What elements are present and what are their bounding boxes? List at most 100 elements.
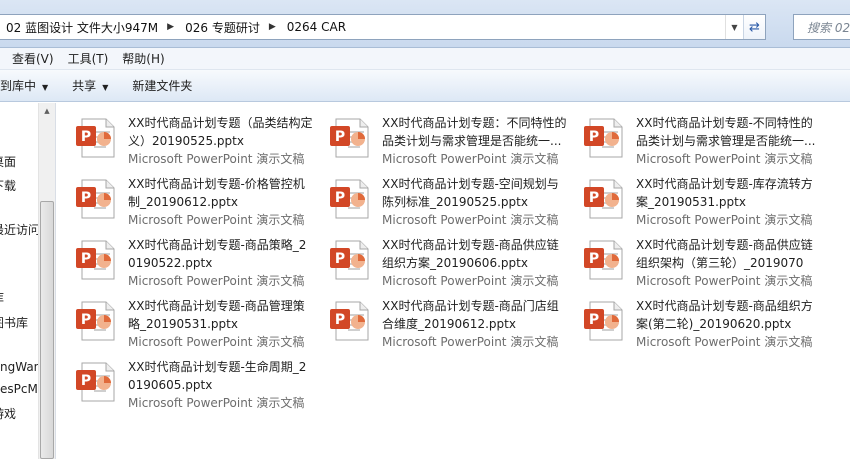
address-bar[interactable]: 02 蓝图设计 文件大小947M ▶ 026 专题研讨 ▶ 0264 CAR ▼… — [0, 14, 766, 40]
nav-item[interactable]: 库 — [0, 289, 4, 306]
svg-text:P: P — [81, 251, 91, 267]
share-button[interactable]: 共享 ▼ — [60, 70, 120, 102]
file-name: XX时代商品计划专题-商品策略_20190522.pptx — [128, 238, 307, 270]
svg-text:P: P — [589, 129, 599, 145]
menu-view[interactable]: 查看(V) — [5, 48, 61, 70]
file-type: Microsoft PowerPoint 演示文稿 — [636, 213, 813, 227]
file-name: XX时代商品计划专题-商品门店组合维度_20190612.pptx — [382, 299, 559, 331]
file-item[interactable]: P XX时代商品计划专题：不同特性的品类计划与需求管理是否能统一... Micros… — [310, 108, 566, 166]
file-name: XX时代商品计划专题：不同特性的品类计划与需求管理是否能统一... — [382, 116, 567, 148]
file-item[interactable]: P XX时代商品计划专题-不同特性的品类计划与需求管理是否能统一... Micros… — [564, 108, 816, 166]
scrollbar-thumb[interactable] — [40, 201, 54, 459]
powerpoint-file-icon: P — [74, 117, 118, 159]
breadcrumb-arrow-icon[interactable]: ▶ — [162, 22, 179, 32]
file-type: Microsoft PowerPoint 演示文稿 — [128, 335, 305, 349]
nav-item[interactable]: 桌面 — [0, 153, 16, 170]
file-name: XX时代商品计划专题（品类结构定义）20190525.pptx — [128, 116, 313, 148]
svg-text:P: P — [335, 190, 345, 206]
file-name: XX时代商品计划专题-商品供应链组织架构（第三轮）_20190708.... — [636, 238, 813, 270]
file-name: XX时代商品计划专题-商品管理策略_20190531.pptx — [128, 299, 305, 331]
share-label: 共享 — [72, 78, 97, 93]
file-list: P XX时代商品计划专题（品类结构定义）20190525.pptx Microsof… — [56, 103, 850, 459]
file-type: Microsoft PowerPoint 演示文稿 — [636, 274, 813, 288]
file-type: Microsoft PowerPoint 演示文稿 — [382, 213, 559, 227]
powerpoint-file-icon: P — [328, 117, 372, 159]
file-type: Microsoft PowerPoint 演示文稿 — [128, 274, 305, 288]
chevron-down-icon: ▼ — [42, 82, 49, 92]
file-type: Microsoft PowerPoint 演示文稿 — [128, 396, 305, 410]
file-type: Microsoft PowerPoint 演示文稿 — [636, 335, 813, 349]
file-name: XX时代商品计划专题-空间规划与陈列标准_20190525.pptx — [382, 177, 559, 209]
file-name: XX时代商品计划专题-库存流转方案_20190531.pptx — [636, 177, 813, 209]
file-item[interactable]: P XX时代商品计划专题-商品供应链组织方案_20190606.pptx Micro… — [310, 230, 562, 288]
file-name: XX时代商品计划专题-生命周期_20190605.pptx — [128, 360, 307, 392]
nav-item[interactable]: 图书库 — [0, 314, 28, 331]
powerpoint-file-icon: P — [582, 239, 626, 281]
include-in-library-label: 含到库中 — [0, 78, 37, 93]
new-folder-button[interactable]: 新建文件夹 — [120, 70, 204, 102]
svg-text:P: P — [81, 312, 91, 328]
file-item[interactable]: P XX时代商品计划专题-商品门店组合维度_20190612.pptx Micros… — [310, 291, 562, 349]
powerpoint-file-icon: P — [582, 178, 626, 220]
file-item[interactable]: P XX时代商品计划专题-库存流转方案_20190531.pptx Microsof… — [564, 169, 816, 227]
file-type: Microsoft PowerPoint 演示文稿 — [382, 152, 559, 166]
powerpoint-file-icon: P — [74, 178, 118, 220]
svg-text:P: P — [335, 312, 345, 328]
address-dropdown-icon[interactable]: ▼ — [725, 15, 743, 39]
breadcrumb-item[interactable]: 0264 CAR — [281, 20, 350, 34]
svg-text:P: P — [589, 251, 599, 267]
svg-text:P: P — [589, 312, 599, 328]
file-type: Microsoft PowerPoint 演示文稿 — [382, 335, 559, 349]
powerpoint-file-icon: P — [328, 178, 372, 220]
svg-text:P: P — [81, 373, 91, 389]
svg-text:P: P — [335, 251, 345, 267]
file-name: XX时代商品计划专题-不同特性的品类计划与需求管理是否能统一... — [636, 116, 816, 148]
nav-item[interactable]: 下载 — [0, 177, 16, 194]
svg-text:P: P — [81, 190, 91, 206]
nav-item[interactable]: 游戏 — [0, 405, 16, 422]
file-item[interactable]: P XX时代商品计划专题-空间规划与陈列标准_20190525.pptx Micro… — [310, 169, 562, 227]
nav-item[interactable]: 最近访问的位置 — [0, 221, 38, 238]
menu-bar: 查看(V) 工具(T) 帮助(H) — [0, 48, 850, 70]
file-name: XX时代商品计划专题-商品组织方案(第二轮)_20190620.pptx — [636, 299, 813, 331]
breadcrumb-arrow-icon[interactable]: ▶ — [264, 22, 281, 32]
powerpoint-file-icon: P — [74, 300, 118, 342]
nav-item[interactable]: ngWang — [0, 360, 38, 374]
include-in-library-button[interactable]: 含到库中 ▼ — [0, 70, 60, 102]
powerpoint-file-icon: P — [582, 300, 626, 342]
file-item[interactable]: P XX时代商品计划专题-生命周期_20190605.pptx Microsoft … — [56, 352, 308, 410]
file-type: Microsoft PowerPoint 演示文稿 — [382, 274, 559, 288]
menu-help[interactable]: 帮助(H) — [115, 48, 171, 70]
nav-item[interactable]: esPcMa — [0, 382, 38, 396]
file-type: Microsoft PowerPoint 演示文稿 — [128, 213, 305, 227]
powerpoint-file-icon: P — [582, 117, 626, 159]
file-item[interactable]: P XX时代商品计划专题-商品组织方案(第二轮)_20190620.pptx Mic… — [564, 291, 816, 349]
scroll-up-icon[interactable]: ▲ — [39, 103, 55, 119]
powerpoint-file-icon: P — [74, 361, 118, 403]
powerpoint-file-icon: P — [328, 300, 372, 342]
svg-text:P: P — [589, 190, 599, 206]
powerpoint-file-icon: P — [74, 239, 118, 281]
svg-text:P: P — [335, 129, 345, 145]
file-type: Microsoft PowerPoint 演示文稿 — [636, 152, 813, 166]
file-name: XX时代商品计划专题-商品供应链组织方案_20190606.pptx — [382, 238, 559, 270]
file-item[interactable]: P XX时代商品计划专题-价格管控机制_20190612.pptx Microsof… — [56, 169, 308, 227]
file-item[interactable]: P XX时代商品计划专题-商品管理策略_20190531.pptx Microsof… — [56, 291, 308, 349]
file-name: XX时代商品计划专题-价格管控机制_20190612.pptx — [128, 177, 305, 209]
nav-scrollbar[interactable]: ▲ — [38, 103, 55, 459]
file-item[interactable]: P XX时代商品计划专题（品类结构定义）20190525.pptx Microsof… — [56, 108, 312, 166]
breadcrumb-item[interactable]: 026 专题研讨 — [179, 19, 264, 36]
file-item[interactable]: P XX时代商品计划专题-商品策略_20190522.pptx Microsoft … — [56, 230, 308, 288]
breadcrumb-item[interactable]: 02 蓝图设计 文件大小947M — [0, 19, 162, 36]
file-item[interactable]: P XX时代商品计划专题-商品供应链组织架构（第三轮）_20190708.... M… — [564, 230, 816, 288]
chevron-down-icon: ▼ — [102, 82, 109, 92]
file-type: Microsoft PowerPoint 演示文稿 — [128, 152, 305, 166]
powerpoint-file-icon: P — [328, 239, 372, 281]
navigation-pane: 桌面 下载 最近访问的位置 库 图书库 ngWang esPcMa 游戏 — [0, 103, 38, 459]
menu-tools[interactable]: 工具(T) — [61, 48, 116, 70]
command-bar: 含到库中 ▼ 共享 ▼ 新建文件夹 — [0, 70, 850, 102]
refresh-icon[interactable]: ⇄ — [743, 15, 765, 39]
search-input[interactable]: 搜索 02 — [793, 14, 850, 40]
svg-text:P: P — [81, 129, 91, 145]
address-row: 02 蓝图设计 文件大小947M ▶ 026 专题研讨 ▶ 0264 CAR ▼… — [0, 0, 850, 48]
